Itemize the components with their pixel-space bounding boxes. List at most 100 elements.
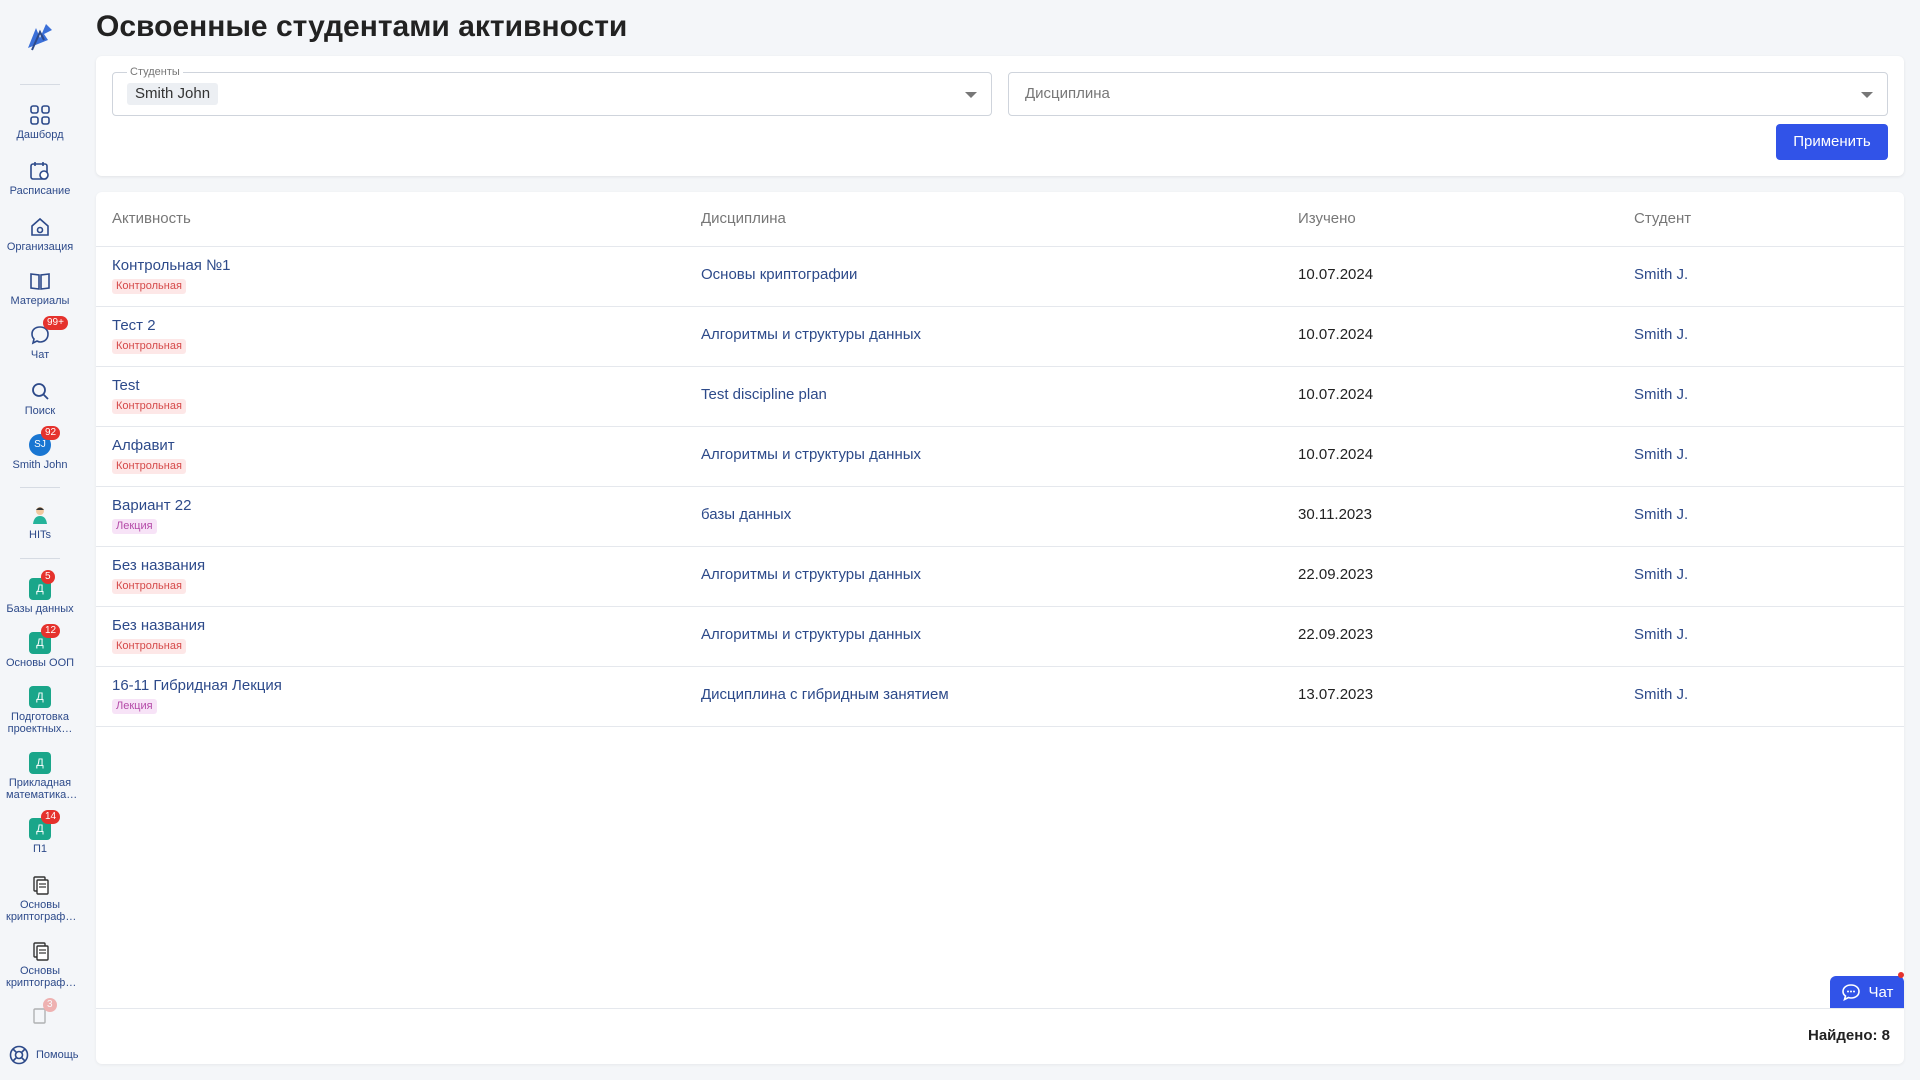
sidebar: Дашборд Расписание Организация Материалы… — [0, 0, 80, 1080]
sidebar-item-label: Расписание — [9, 185, 71, 197]
lifebuoy-icon — [9, 1045, 29, 1065]
activity-type-badge: Контрольная — [112, 459, 186, 474]
student-link[interactable]: Smith J. — [1634, 506, 1688, 523]
table-header: Активность Дисциплина Изучено Студент — [96, 192, 1904, 247]
student-link[interactable]: Smith J. — [1634, 266, 1688, 283]
students-legend: Студенты — [127, 66, 183, 78]
book-icon — [30, 273, 50, 290]
avatar: SJ 92 — [29, 426, 61, 456]
discipline-link[interactable]: Основы криптографии — [701, 266, 857, 283]
activity-type-badge: Контрольная — [112, 399, 186, 414]
sidebar-item-chat[interactable]: 99+ Чат — [0, 316, 80, 361]
sidebar-item-label: HITs — [29, 529, 51, 541]
activity-link[interactable]: Без названия — [112, 557, 205, 574]
sidebar-course-partial[interactable]: 3 — [0, 998, 80, 1031]
sidebar-course-projects[interactable]: Д Подготовка проектных… — [0, 686, 80, 735]
search-icon — [32, 383, 49, 400]
course-badge: 12 — [41, 624, 61, 638]
activity-type-badge: Контрольная — [112, 339, 186, 354]
student-link[interactable]: Smith J. — [1634, 326, 1688, 343]
sidebar-item-label: Организация — [6, 241, 74, 253]
student-chip[interactable]: Smith John — [127, 83, 219, 105]
profile-badge: 92 — [41, 426, 61, 440]
table-row: Алфавит Контрольная Алгоритмы и структур… — [96, 427, 1904, 487]
sidebar-course-databases[interactable]: Д 5 Базы данных — [0, 570, 80, 615]
sidebar-item-label: Основы криптограф… — [6, 899, 77, 923]
avatar-initials: SJ — [34, 439, 46, 450]
column-header-activity[interactable]: Активность — [112, 210, 191, 227]
sidebar-item-schedule[interactable]: Расписание — [0, 160, 80, 197]
studied-date: 10.07.2024 — [1298, 326, 1374, 343]
course-letter: Д — [36, 691, 44, 703]
student-link[interactable]: Smith J. — [1634, 446, 1688, 463]
column-header-discipline[interactable]: Дисциплина — [701, 210, 786, 227]
course-letter: Д — [36, 637, 44, 649]
sidebar-item-organization[interactable]: Организация — [0, 216, 80, 253]
chat-widget-button[interactable]: Чат — [1830, 972, 1904, 1008]
page-title: Освоенные студентами активности — [96, 10, 628, 43]
activity-link[interactable]: Без названия — [112, 617, 205, 634]
activity-type-badge: Контрольная — [112, 279, 186, 294]
building-icon — [31, 217, 49, 236]
sidebar-item-hits[interactable]: HITs — [0, 504, 80, 541]
activity-link[interactable]: Тест 2 — [112, 317, 156, 334]
discipline-link[interactable]: Алгоритмы и структуры данных — [701, 326, 921, 343]
divider — [20, 558, 60, 559]
help-link[interactable]: Помощь — [8, 1044, 79, 1066]
chat-badge: 99+ — [43, 316, 68, 330]
table-row: 16-11 Гибридная Лекция Лекция Дисциплина… — [96, 667, 1904, 727]
course-icon: Д 12 — [29, 624, 61, 654]
notification-dot — [1898, 972, 1904, 978]
course-icon: Д — [29, 752, 51, 774]
chevron-down-icon[interactable] — [1861, 92, 1873, 98]
sidebar-course-crypto-1[interactable]: Основы криптограф… — [0, 874, 80, 923]
discipline-link[interactable]: Test discipline plan — [701, 386, 827, 403]
divider — [96, 1008, 1904, 1009]
activity-link[interactable]: 16-11 Гибридная Лекция — [112, 677, 282, 694]
discipline-link[interactable]: Алгоритмы и структуры данных — [701, 446, 921, 463]
activity-link[interactable]: Test — [112, 377, 140, 394]
discipline-link[interactable]: базы данных — [701, 506, 791, 523]
course-letter: Д — [36, 757, 44, 769]
activity-type-badge: Лекция — [112, 519, 157, 534]
sidebar-item-dashboard[interactable]: Дашборд — [0, 104, 80, 141]
sidebar-item-search[interactable]: Поиск — [0, 380, 80, 417]
sidebar-course-crypto-2[interactable]: Основы криптограф… — [0, 940, 80, 989]
course-icon: Д 14 — [29, 810, 61, 840]
student-link[interactable]: Smith J. — [1634, 686, 1688, 703]
student-link[interactable]: Smith J. — [1634, 566, 1688, 583]
sidebar-item-materials[interactable]: Материалы — [0, 270, 80, 307]
apply-button[interactable]: Применить — [1776, 124, 1888, 160]
sidebar-item-label: Материалы — [10, 295, 70, 307]
grid-icon — [30, 105, 50, 125]
sidebar-item-label: Прикладная математика… — [6, 777, 78, 801]
activity-link[interactable]: Вариант 22 — [112, 497, 191, 514]
column-header-studied[interactable]: Изучено — [1298, 210, 1356, 227]
student-link[interactable]: Smith J. — [1634, 386, 1688, 403]
logo-icon[interactable] — [22, 18, 58, 54]
discipline-link[interactable]: Дисциплина с гибридным занятием — [701, 686, 949, 703]
discipline-link[interactable]: Алгоритмы и структуры данных — [701, 626, 921, 643]
chevron-down-icon[interactable] — [965, 92, 977, 98]
activity-link[interactable]: Алфавит — [112, 437, 175, 454]
divider — [20, 84, 60, 85]
activity-link[interactable]: Контрольная №1 — [112, 257, 231, 274]
sidebar-item-profile[interactable]: SJ 92 Smith John — [0, 426, 80, 471]
studied-date: 30.11.2023 — [1298, 506, 1372, 523]
document-icon — [33, 942, 49, 961]
students-select[interactable]: Студенты Smith John — [112, 66, 992, 116]
studied-date: 10.07.2024 — [1298, 386, 1374, 403]
sidebar-item-label: Чат — [30, 349, 50, 361]
sidebar-item-label: Основы ООП — [5, 657, 75, 669]
discipline-link[interactable]: Алгоритмы и структуры данных — [701, 566, 921, 583]
sidebar-course-p1[interactable]: Д 14 П1 — [0, 810, 80, 855]
discipline-select[interactable]: Дисциплина — [1008, 72, 1888, 116]
column-header-student[interactable]: Студент — [1634, 210, 1691, 227]
activity-type-badge: Контрольная — [112, 639, 186, 654]
sidebar-item-label: Базы данных — [6, 603, 74, 615]
table-row: Без названия Контрольная Алгоритмы и стр… — [96, 607, 1904, 667]
sidebar-course-applied-math[interactable]: Д Прикладная математика… — [0, 752, 80, 801]
sidebar-course-oop[interactable]: Д 12 Основы ООП — [0, 624, 80, 669]
student-link[interactable]: Smith J. — [1634, 626, 1688, 643]
help-label: Помощь — [36, 1049, 79, 1061]
